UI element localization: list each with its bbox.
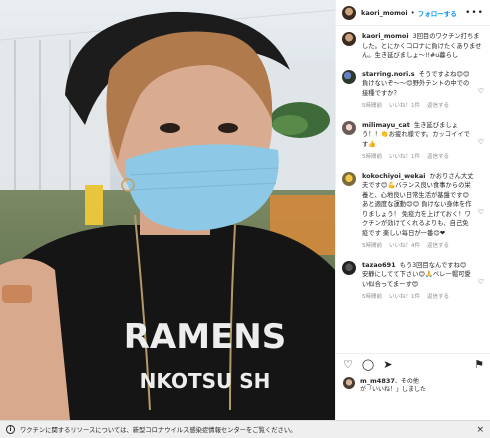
heart-icon[interactable]: ♡ bbox=[478, 87, 484, 95]
selfie-image: RAMENS NKOTSU SH bbox=[0, 0, 335, 420]
list-item: starring.nori.s そうですよね😊😊負けないぞ〜〜😊野外テントの中で… bbox=[342, 69, 484, 112]
avatar[interactable] bbox=[342, 69, 356, 84]
comment-username[interactable]: kokochiyoi_wekai bbox=[362, 172, 425, 180]
comment-like-count[interactable]: いいね！1件 bbox=[389, 102, 420, 112]
comment-time: 5時間前 bbox=[362, 294, 382, 300]
likes-summary: m_m4837、その他 が「いいね！」しました bbox=[343, 377, 488, 394]
share-icon[interactable]: ➤ bbox=[383, 358, 392, 371]
comments-list: kaori_momoi 3回目のワクチン打ちました。とにかくコロナに負けたくあり… bbox=[336, 26, 490, 351]
shirt-print-text: RAMENS bbox=[124, 317, 287, 357]
reply-button[interactable]: 返信する bbox=[427, 293, 449, 303]
author-username[interactable]: kaori_momoi bbox=[361, 9, 408, 17]
reply-button[interactable]: 返信する bbox=[427, 102, 449, 112]
comment-text: かおりさん大丈夫です😊💪バランス良い食事からの栄養と、心地良い日常生活が基盤です… bbox=[362, 172, 474, 237]
comment-like-count[interactable]: いいね！4件 bbox=[389, 242, 420, 252]
close-icon[interactable]: × bbox=[476, 425, 484, 435]
comment-meta: 5時間前 いいね！1件 返信する bbox=[362, 102, 474, 112]
heart-icon[interactable]: ♡ bbox=[478, 278, 484, 286]
list-item: tazao691 もう3回目なんですね😊 安静にしてて下さい😊🙏ベレー帽可愛い似… bbox=[342, 260, 484, 303]
liker-avatar[interactable] bbox=[343, 377, 355, 389]
comment-username[interactable]: tazao691 bbox=[362, 261, 396, 269]
heart-icon[interactable]: ♡ bbox=[478, 208, 484, 216]
avatar[interactable] bbox=[342, 120, 356, 135]
post-photo[interactable]: RAMENS NKOTSU SH bbox=[0, 0, 335, 420]
comment-time: 5時間前 bbox=[362, 103, 382, 109]
post-sidebar: kaori_momoi • フォローする ••• kaori_momoi 3回目… bbox=[335, 0, 490, 420]
list-item: milimayu_cat 生き延びましょう！！👏お疲れ様です。カッコイイです👍 … bbox=[342, 120, 484, 163]
comment-like-count[interactable]: いいね！1件 bbox=[389, 153, 420, 163]
list-item: kokochiyoi_wekai かおりさん大丈夫です😊💪バランス良い食事からの… bbox=[342, 171, 484, 252]
shirt-print-subtext: NKOTSU SH bbox=[140, 369, 271, 393]
reply-button[interactable]: 返信する bbox=[427, 242, 449, 252]
separator-dot: • bbox=[410, 8, 415, 17]
comment-meta: 5時間前 いいね！4件 返信する bbox=[362, 242, 474, 252]
author-avatar[interactable] bbox=[342, 5, 356, 20]
vaccine-info-banner: i ワクチンに関するリソースについては、新型コロナウイルス感染症情報センターをご… bbox=[0, 420, 490, 438]
comment-meta: 5時間前 いいね！1件 返信する bbox=[362, 293, 474, 303]
info-icon: i bbox=[6, 425, 15, 434]
heart-icon[interactable]: ♡ bbox=[478, 138, 484, 146]
comment-username[interactable]: milimayu_cat bbox=[362, 121, 410, 129]
bookmark-icon[interactable]: ⚑ bbox=[474, 358, 484, 371]
avatar[interactable] bbox=[342, 171, 356, 186]
comment-like-count[interactable]: いいね！1件 bbox=[389, 293, 420, 303]
post-header: kaori_momoi • フォローする ••• bbox=[336, 0, 490, 26]
avatar[interactable] bbox=[342, 260, 356, 275]
avatar[interactable] bbox=[342, 32, 356, 46]
follow-button[interactable]: フォローする bbox=[418, 8, 457, 18]
comment-username[interactable]: starring.nori.s bbox=[362, 70, 415, 78]
comment-icon[interactable]: ◯ bbox=[362, 358, 374, 371]
post-actions: ♡ ◯ ➤ ⚑ bbox=[336, 353, 490, 375]
comment-time: 5時間前 bbox=[362, 154, 382, 160]
caption: kaori_momoi 3回目のワクチン打ちました。とにかくコロナに負けたくあり… bbox=[342, 32, 484, 61]
ellipsis-icon[interactable]: ••• bbox=[465, 8, 484, 18]
reply-button[interactable]: 返信する bbox=[427, 153, 449, 163]
likes-others[interactable]: 、その他 bbox=[395, 378, 419, 385]
comment-meta: 5時間前 いいね！1件 返信する bbox=[362, 153, 474, 163]
comment-username[interactable]: kaori_momoi bbox=[362, 32, 409, 40]
likes-text: が「いいね！」しました bbox=[360, 386, 427, 393]
banner-text[interactable]: ワクチンに関するリソースについては、新型コロナウイルス感染症情報センターをご覧く… bbox=[20, 425, 296, 434]
liker-username[interactable]: m_m4837 bbox=[360, 377, 395, 385]
like-icon[interactable]: ♡ bbox=[343, 358, 353, 371]
comment-time: 5時間前 bbox=[362, 243, 382, 249]
